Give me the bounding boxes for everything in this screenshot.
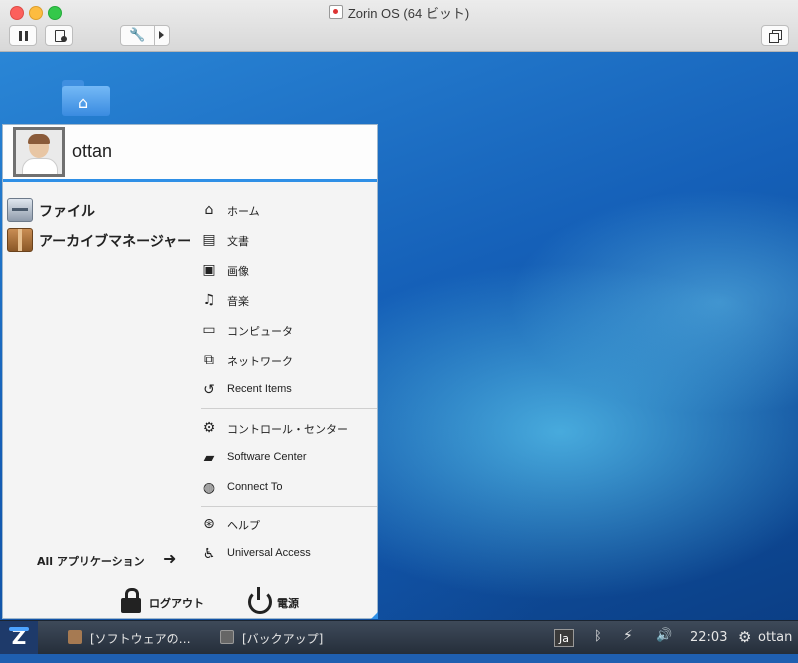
lock-icon — [119, 587, 143, 613]
zorin-logo-icon: Z — [8, 627, 30, 647]
place-software-center[interactable]: ▰ Software Center — [195, 445, 377, 471]
place-label: Universal Access — [227, 547, 311, 559]
place-label: ホーム — [227, 206, 260, 218]
tray-username[interactable]: ottan — [758, 630, 792, 663]
place-label: Recent Items — [227, 383, 292, 395]
all-applications-label[interactable]: All アプリケーション — [37, 553, 145, 569]
menu-separator — [201, 506, 377, 507]
place-label: コンピュータ — [227, 326, 293, 338]
power-label: 電源 — [277, 597, 299, 610]
menu-resize-corner — [371, 612, 378, 619]
window-titlebar: Zorin OS (64 ビット) 🔧 — [0, 0, 798, 52]
menu-username: ottan — [72, 141, 113, 161]
pause-button[interactable] — [9, 25, 37, 46]
taskbar-item-software-updater[interactable]: [ソフトウェアの… — [68, 625, 208, 651]
home-folder-icon[interactable]: ⌂ — [62, 80, 112, 120]
place-music[interactable]: ♫ 音楽 — [195, 287, 377, 313]
place-universal-access[interactable]: ♿ Universal Access — [195, 541, 377, 567]
place-home[interactable]: ⌂ ホーム — [195, 197, 377, 223]
snapshot-button[interactable] — [45, 25, 73, 46]
taskbar-item-backup[interactable]: [バックアップ] — [220, 625, 350, 651]
place-label: 音楽 — [227, 296, 249, 308]
task-label: [ソフトウェアの… — [90, 632, 191, 646]
place-label: Software Center — [227, 451, 307, 463]
restore-window-button[interactable] — [761, 25, 789, 46]
archive-manager-icon — [7, 228, 33, 252]
gear-icon[interactable]: ⚙ — [738, 628, 751, 661]
vm-icon — [328, 5, 343, 19]
arrow-right-icon[interactable]: ➜ — [163, 549, 176, 568]
place-label: 文書 — [227, 236, 249, 248]
clock[interactable]: 22:03 — [690, 630, 727, 663]
place-control-center[interactable]: ⚙ コントロール・センター — [195, 415, 377, 441]
power-icon — [247, 587, 272, 614]
logout-label: ログアウト — [149, 597, 204, 610]
volume-icon[interactable]: 🔊 — [656, 628, 672, 661]
place-label: Connect To — [227, 481, 283, 493]
place-help[interactable]: ⊛ ヘルプ — [195, 511, 377, 537]
documents-icon: ▤ — [202, 232, 216, 248]
favorite-label: ファイル — [39, 204, 95, 220]
favorite-archive-manager[interactable]: アーカイブマネージャー — [5, 227, 195, 255]
place-label: コントロール・センター — [227, 424, 348, 436]
restore-window-icon — [769, 33, 779, 43]
help-icon: ⊛ — [203, 516, 215, 532]
favorite-file-manager[interactable]: ファイル — [5, 197, 195, 225]
place-label: ヘルプ — [227, 520, 260, 532]
place-connect-to[interactable]: ◍ Connect To — [195, 475, 377, 501]
recent-items-icon: ↺ — [203, 382, 215, 398]
network-plug-icon[interactable]: ⚡ — [623, 628, 633, 661]
home-icon: ⌂ — [204, 202, 214, 218]
avatar[interactable] — [13, 127, 65, 177]
taskbar: Z [ソフトウェアの… [バックアップ] Ja ᛒ ⚡ 🔊 22:03 ⚙ ot… — [0, 620, 798, 654]
window-title-text: Zorin OS (64 ビット) — [347, 6, 470, 21]
favorite-label: アーカイブマネージャー — [39, 234, 192, 250]
menu-header: ottan — [3, 125, 377, 182]
place-pictures[interactable]: ▣ 画像 — [195, 257, 377, 283]
place-recent-items[interactable]: ↺ Recent Items — [195, 377, 377, 403]
place-network[interactable]: ⧉ ネットワーク — [195, 347, 377, 373]
logout-button[interactable]: ログアウト — [119, 585, 209, 617]
settings-menu-button[interactable]: 🔧 — [120, 25, 170, 46]
start-menu: ottan ファイル アーカイブマネージャー ⌂ ホーム ▤ 文書 ▣ 画像 ♫ 音楽 … — [2, 124, 378, 619]
place-documents[interactable]: ▤ 文書 — [195, 227, 377, 253]
network-icon: ⧉ — [204, 352, 214, 368]
window-title: Zorin OS (64 ビット) — [0, 3, 798, 22]
power-button[interactable]: 電源 — [247, 585, 317, 617]
connect-to-icon: ◍ — [202, 480, 216, 496]
zorin-menu-button[interactable]: Z — [0, 621, 38, 654]
wrench-icon: 🔧 — [129, 28, 146, 43]
software-center-icon: ▰ — [203, 450, 215, 466]
place-label: 画像 — [227, 266, 249, 278]
control-center-icon: ⚙ — [202, 420, 216, 436]
file-manager-icon — [7, 198, 33, 222]
bluetooth-icon[interactable]: ᛒ — [594, 629, 602, 662]
software-updater-icon — [68, 630, 82, 644]
universal-access-icon: ♿ — [202, 546, 216, 562]
input-method-indicator[interactable]: Ja — [554, 629, 574, 647]
backup-icon — [220, 630, 234, 644]
chevron-right-icon — [159, 31, 164, 39]
pictures-icon: ▣ — [202, 262, 216, 278]
task-label: [バックアップ] — [242, 632, 324, 646]
place-computer[interactable]: ▭ コンピュータ — [195, 317, 377, 343]
place-label: ネットワーク — [227, 356, 293, 368]
music-icon: ♫ — [202, 292, 216, 308]
menu-separator — [201, 408, 377, 409]
computer-icon: ▭ — [202, 322, 216, 338]
